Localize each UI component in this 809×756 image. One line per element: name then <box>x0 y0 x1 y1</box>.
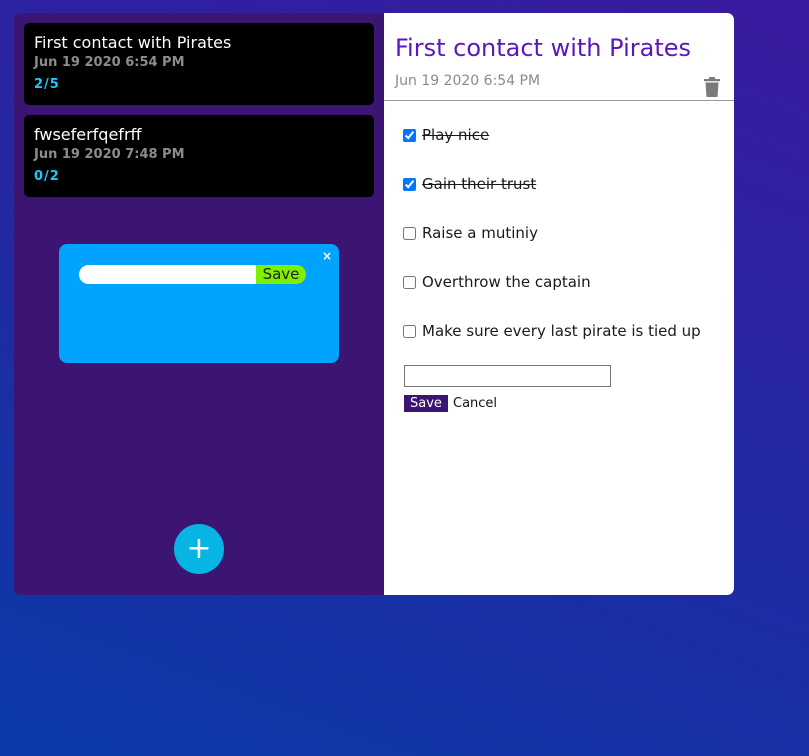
note-task-count: 2/5 <box>34 77 60 92</box>
task-checkbox[interactable] <box>403 275 416 289</box>
note-card[interactable]: fwseferfqefrff Jun 19 2020 7:48 PM 0/2 <box>24 115 374 197</box>
new-note-title-input[interactable] <box>79 265 269 284</box>
task-label: Play nice <box>422 126 490 144</box>
note-detail-panel: First contact with Pirates Jun 19 2020 6… <box>384 13 734 595</box>
new-note-popup: × Save <box>59 244 339 363</box>
task-checkbox[interactable] <box>403 128 416 142</box>
task-checkbox[interactable] <box>403 177 416 191</box>
notes-app: First contact with Pirates Jun 19 2020 6… <box>14 13 734 595</box>
cancel-button[interactable]: Cancel <box>453 395 497 412</box>
task-label: Overthrow the captain <box>422 273 591 291</box>
note-task-count: 0/2 <box>34 169 60 184</box>
note-detail-date: Jun 19 2020 6:54 PM <box>395 73 541 89</box>
task-item: Gain their trust <box>403 174 536 194</box>
note-title: fwseferfqefrff <box>34 125 142 144</box>
new-task-input[interactable] <box>404 365 611 387</box>
plus-icon[interactable]: + <box>174 524 224 574</box>
task-checkbox[interactable] <box>403 324 416 338</box>
save-button[interactable]: Save <box>404 395 448 412</box>
close-icon[interactable]: × <box>322 249 332 263</box>
task-label: Gain their trust <box>422 175 537 193</box>
task-item: Play nice <box>403 125 489 145</box>
note-card[interactable]: First contact with Pirates Jun 19 2020 6… <box>24 23 374 105</box>
task-checkbox[interactable] <box>403 226 416 240</box>
note-title: First contact with Pirates <box>34 33 232 52</box>
task-item: Overthrow the captain <box>403 272 591 292</box>
task-label: Make sure every last pirate is tied up <box>422 322 701 340</box>
popup-save-button[interactable]: Save <box>256 265 306 284</box>
task-item: Raise a mutiniy <box>403 223 538 243</box>
note-date: Jun 19 2020 7:48 PM <box>34 147 185 162</box>
notes-sidebar: First contact with Pirates Jun 19 2020 6… <box>14 13 384 595</box>
trash-icon[interactable] <box>704 77 720 97</box>
note-date: Jun 19 2020 6:54 PM <box>34 55 185 70</box>
task-label: Raise a mutiniy <box>422 224 538 242</box>
task-item: Make sure every last pirate is tied up <box>403 321 701 341</box>
divider <box>384 100 734 101</box>
page-title: First contact with Pirates <box>395 34 691 62</box>
